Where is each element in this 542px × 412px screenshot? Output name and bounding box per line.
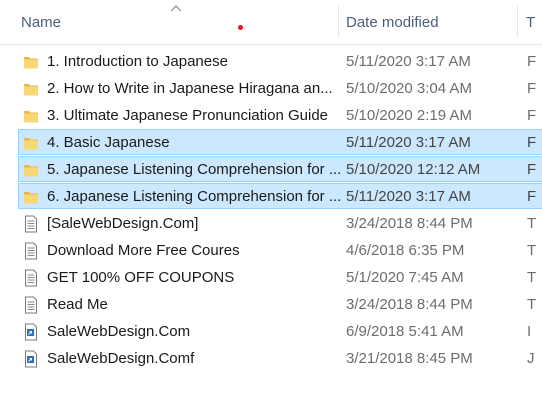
folder-icon — [23, 107, 39, 125]
file-date-modified: 3/24/2018 8:44 PM — [346, 296, 473, 313]
file-type: F — [527, 80, 537, 97]
file-date-modified: 3/24/2018 8:44 PM — [346, 215, 473, 232]
file-name: 6. Japanese Listening Comprehension for … — [47, 188, 342, 205]
file-type: F — [527, 161, 537, 178]
file-date-modified: 5/11/2020 3:17 AM — [346, 134, 471, 151]
column-divider[interactable] — [517, 6, 518, 38]
file-row[interactable]: 6. Japanese Listening Comprehension for … — [18, 183, 542, 209]
text-file-icon — [23, 242, 39, 260]
column-header: Name Date modified T — [0, 0, 542, 45]
file-name: GET 100% OFF COUPONS — [47, 269, 235, 286]
column-date-header[interactable]: Date modified — [346, 14, 439, 31]
shortcut-file-icon — [23, 323, 39, 341]
file-type: F — [527, 107, 537, 124]
file-date-modified: 6/9/2018 5:41 AM — [346, 323, 464, 340]
folder-icon — [23, 161, 39, 179]
folder-icon — [23, 53, 39, 71]
folder-icon — [23, 188, 39, 206]
file-date-modified: 5/11/2020 3:17 AM — [346, 188, 471, 205]
file-name: 2. How to Write in Japanese Hiragana an.… — [47, 80, 333, 97]
file-name: 1. Introduction to Japanese — [47, 53, 228, 70]
file-name: Download More Free Coures — [47, 242, 240, 259]
file-name: [SaleWebDesign.Com] — [47, 215, 199, 232]
file-row[interactable]: 3. Ultimate Japanese Pronunciation Guide… — [18, 102, 542, 128]
column-type-header[interactable]: T — [526, 14, 535, 31]
file-row[interactable]: 2. How to Write in Japanese Hiragana an.… — [18, 75, 542, 101]
folder-icon — [23, 134, 39, 152]
file-date-modified: 3/21/2018 8:45 PM — [346, 350, 473, 367]
file-type: I — [527, 323, 532, 340]
text-file-icon — [23, 269, 39, 287]
cursor-marker — [238, 25, 243, 30]
file-name: 3. Ultimate Japanese Pronunciation Guide — [47, 107, 329, 124]
file-date-modified: 5/1/2020 7:45 AM — [346, 269, 464, 286]
file-name: SaleWebDesign.Comf — [47, 350, 195, 367]
file-date-modified: 4/6/2018 6:35 PM — [346, 242, 465, 259]
file-date-modified: 5/10/2020 3:04 AM — [346, 80, 472, 97]
file-date-modified: 5/10/2020 2:19 AM — [346, 107, 472, 124]
sort-ascending-icon[interactable] — [170, 4, 182, 12]
file-row[interactable]: [SaleWebDesign.Com] 3/24/2018 8:44 PM T — [18, 210, 542, 236]
file-name: SaleWebDesign.Com — [47, 323, 191, 340]
file-type: J — [527, 350, 535, 367]
file-row[interactable]: GET 100% OFF COUPONS 5/1/2020 7:45 AM T — [18, 264, 542, 290]
text-file-icon — [23, 215, 39, 233]
file-date-modified: 5/10/2020 12:12 AM — [346, 161, 481, 178]
file-name: 4. Basic Japanese — [47, 134, 170, 151]
file-type: T — [527, 269, 537, 286]
file-name: 5. Japanese Listening Comprehension for … — [47, 161, 342, 178]
text-file-icon — [23, 296, 39, 314]
file-row[interactable]: Download More Free Coures 4/6/2018 6:35 P… — [18, 237, 542, 263]
file-type: F — [527, 53, 537, 70]
file-type: T — [527, 215, 537, 232]
file-row[interactable]: 1. Introduction to Japanese 5/11/2020 3:1… — [18, 48, 542, 74]
file-row[interactable]: 4. Basic Japanese 5/11/2020 3:17 AM F — [18, 129, 542, 155]
file-type: T — [527, 296, 537, 313]
file-row[interactable]: SaleWebDesign.Com 6/9/2018 5:41 AM I — [18, 318, 542, 344]
file-type: T — [527, 242, 537, 259]
file-date-modified: 5/11/2020 3:17 AM — [346, 53, 471, 70]
shortcut-file-icon — [23, 350, 39, 368]
file-row[interactable]: Read Me 3/24/2018 8:44 PM T — [18, 291, 542, 317]
column-name-header[interactable]: Name — [21, 14, 61, 31]
file-row[interactable]: SaleWebDesign.Comf 3/21/2018 8:45 PM J — [18, 345, 542, 371]
folder-icon — [23, 80, 39, 98]
file-type: F — [527, 188, 537, 205]
file-row[interactable]: 5. Japanese Listening Comprehension for … — [18, 156, 542, 182]
file-name: Read Me — [47, 296, 108, 313]
file-type: F — [527, 134, 537, 151]
column-divider[interactable] — [338, 6, 339, 38]
